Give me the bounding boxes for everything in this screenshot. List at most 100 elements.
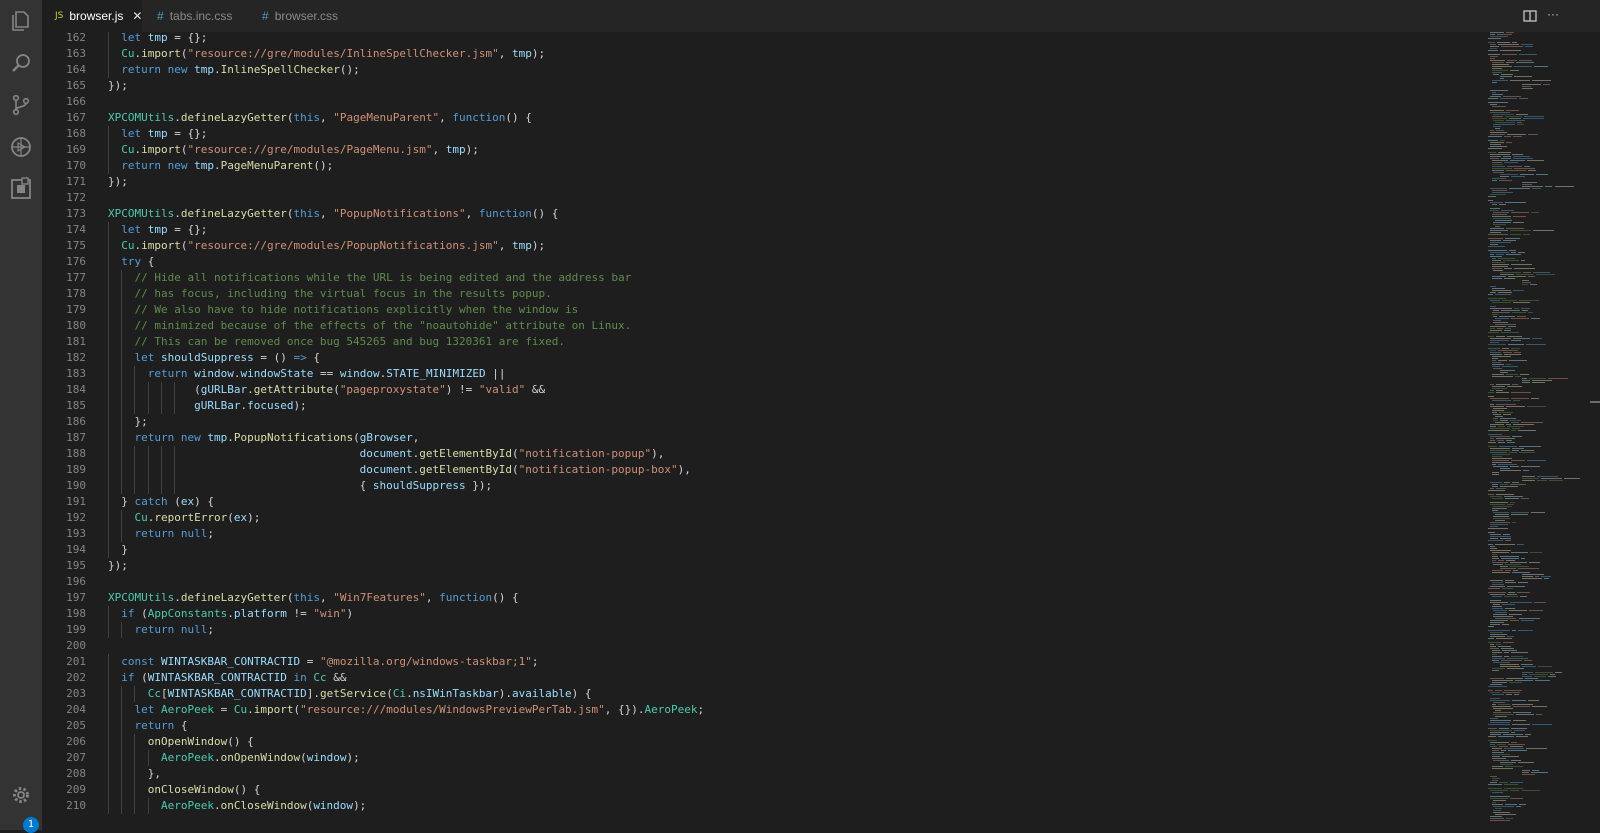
- code-line[interactable]: 210 AeroPeek.onCloseWindow(window);: [42, 798, 1488, 814]
- minimap-line: [1491, 460, 1510, 461]
- line-number: 204: [66, 703, 86, 716]
- minimap-line: [1491, 780, 1498, 781]
- code-line[interactable]: 163 Cu.import("resource://gre/modules/In…: [42, 46, 1488, 62]
- code-line[interactable]: 178 // has focus, including the virtual …: [42, 286, 1488, 302]
- code-line[interactable]: 166: [42, 94, 1488, 110]
- code-line[interactable]: 165});: [42, 78, 1488, 94]
- minimap-line: [1495, 128, 1500, 129]
- minimap-line: [1520, 620, 1535, 621]
- code-line[interactable]: 167 XPCOMUtils.defineLazyGetter(this, "Pa…: [42, 110, 1488, 126]
- code-line[interactable]: 191 } catch (ex) {: [42, 494, 1488, 510]
- minimap-line: [1488, 38, 1501, 39]
- minimap-line: [1499, 556, 1519, 557]
- minimap-line: [1543, 84, 1550, 85]
- code-line[interactable]: 205 return {: [42, 718, 1488, 734]
- code-line[interactable]: 186 };: [42, 414, 1488, 430]
- minimap-line: [1510, 398, 1529, 399]
- minimap-line: [1491, 314, 1498, 315]
- minimap-line: [1488, 140, 1498, 141]
- code-line[interactable]: 198 if (AppConstants.platform != "win"): [42, 606, 1488, 622]
- search-icon[interactable]: [9, 51, 33, 75]
- minimap-line: [1491, 456, 1503, 457]
- minimap[interactable]: [1488, 32, 1586, 830]
- minimap-line: [1534, 676, 1546, 677]
- minimap-line: [1530, 284, 1538, 285]
- code-line[interactable]: 208 },: [42, 766, 1488, 782]
- code-line[interactable]: 201 const WINTASKBAR_CONTRACTID = "@mozi…: [42, 654, 1488, 670]
- code-editor[interactable]: 162 let tmp = {}; 163 Cu.import("resource…: [42, 32, 1488, 830]
- split-editor-icon[interactable]: [1522, 8, 1538, 24]
- code-line[interactable]: 171});: [42, 174, 1488, 190]
- code-line[interactable]: 179 // We also have to hide notification…: [42, 302, 1488, 318]
- code-text: // Hide all notifications while the URL …: [134, 271, 632, 284]
- settings-gear-icon[interactable]: [9, 783, 33, 807]
- code-line[interactable]: 169 Cu.import("resource://gre/modules/Pa…: [42, 142, 1488, 158]
- code-line[interactable]: 190 { shouldSuppress });: [42, 478, 1488, 494]
- minimap-line: [1493, 806, 1515, 807]
- code-line[interactable]: 200: [42, 638, 1488, 654]
- minimap-line: [1499, 274, 1514, 275]
- code-line[interactable]: 183 return window.windowState == window.…: [42, 366, 1488, 382]
- code-line[interactable]: 177 // Hide all notifications while the …: [42, 270, 1488, 286]
- minimap-line: [1489, 32, 1504, 33]
- code-line[interactable]: 172: [42, 190, 1488, 206]
- tab-browser-js[interactable]: JS browser.js ✕: [42, 0, 142, 32]
- code-text: document.getElementById("notification-po…: [359, 447, 665, 460]
- code-line[interactable]: 196: [42, 574, 1488, 590]
- code-line[interactable]: 189 document.getElementById("notificatio…: [42, 462, 1488, 478]
- code-line[interactable]: 194 }: [42, 542, 1488, 558]
- tab-browser-css[interactable]: # browser.css: [258, 0, 368, 32]
- explorer-icon[interactable]: [9, 9, 33, 33]
- debug-icon[interactable]: [9, 135, 33, 159]
- code-line[interactable]: 162 let tmp = {};: [42, 32, 1488, 46]
- code-line[interactable]: 164 return new tmp.InlineSpellChecker();: [42, 62, 1488, 78]
- code-line[interactable]: 185 gURLBar.focused);: [42, 398, 1488, 414]
- minimap-line: [1520, 174, 1535, 175]
- code-line[interactable]: 180 // minimized because of the effects …: [42, 318, 1488, 334]
- minimap-line: [1489, 602, 1508, 603]
- code-line[interactable]: 181 // This can be removed once bug 5452…: [42, 334, 1488, 350]
- code-line[interactable]: 176 try {: [42, 254, 1488, 270]
- minimap-line: [1491, 484, 1498, 485]
- code-line[interactable]: 192 Cu.reportError(ex);: [42, 510, 1488, 526]
- minimap-line: [1493, 320, 1501, 321]
- minimap-line: [1491, 498, 1503, 499]
- code-line[interactable]: 203 Cc[WINTASKBAR_CONTRACTID].getService…: [42, 686, 1488, 702]
- code-line[interactable]: 184 (gURLBar.getAttribute("pageproxystat…: [42, 382, 1488, 398]
- code-line[interactable]: 174 let tmp = {};: [42, 222, 1488, 238]
- minimap-line: [1518, 98, 1528, 99]
- code-line[interactable]: 168 let tmp = {};: [42, 126, 1488, 142]
- code-line[interactable]: 202 if (WINTASKBAR_CONTRACTID in Cc &&: [42, 670, 1488, 686]
- minimap-line: [1491, 652, 1502, 653]
- settings-badge: 1: [23, 817, 39, 833]
- code-line[interactable]: 182 let shouldSuppress = () => {: [42, 350, 1488, 366]
- extensions-icon[interactable]: [9, 177, 33, 201]
- minimap-line: [1509, 484, 1526, 485]
- tab-tabs-inc-css[interactable]: # tabs.inc.css: [142, 0, 258, 32]
- code-line[interactable]: 173 XPCOMUtils.defineLazyGetter(this, "Po…: [42, 206, 1488, 222]
- code-line[interactable]: 188 document.getElementById("notificatio…: [42, 446, 1488, 462]
- code-line[interactable]: 197 XPCOMUtils.defineLazyGetter(this, "Wi…: [42, 590, 1488, 606]
- minimap-line: [1491, 160, 1509, 161]
- code-line[interactable]: 195});: [42, 558, 1488, 574]
- minimap-line: [1491, 682, 1507, 683]
- scrollbar-thumb[interactable]: [1590, 401, 1600, 403]
- code-line[interactable]: 193 return null;: [42, 526, 1488, 542]
- more-actions-icon[interactable]: ···: [1547, 6, 1563, 22]
- code-text: let shouldSuppress = () => {: [134, 351, 320, 364]
- minimap-line: [1532, 380, 1552, 381]
- vertical-scrollbar[interactable]: [1586, 32, 1600, 830]
- close-icon[interactable]: ✕: [132, 9, 142, 23]
- code-line[interactable]: 199 return null;: [42, 622, 1488, 638]
- code-text: if (AppConstants.platform != "win"): [121, 607, 354, 620]
- code-line[interactable]: 207 AeroPeek.onOpenWindow(window);: [42, 750, 1488, 766]
- code-line[interactable]: 170 return new tmp.PageMenuParent();: [42, 158, 1488, 174]
- code-line[interactable]: 209 onCloseWindow() {: [42, 782, 1488, 798]
- code-line[interactable]: 206 onOpenWindow() {: [42, 734, 1488, 750]
- source-control-icon[interactable]: [9, 93, 33, 117]
- code-line[interactable]: 187 return new tmp.PopupNotifications(gB…: [42, 430, 1488, 446]
- minimap-line: [1491, 278, 1503, 279]
- code-line[interactable]: 175 Cu.import("resource://gre/modules/Po…: [42, 238, 1488, 254]
- minimap-line: [1495, 416, 1504, 417]
- code-line[interactable]: 204 let AeroPeek = Cu.import("resource:/…: [42, 702, 1488, 718]
